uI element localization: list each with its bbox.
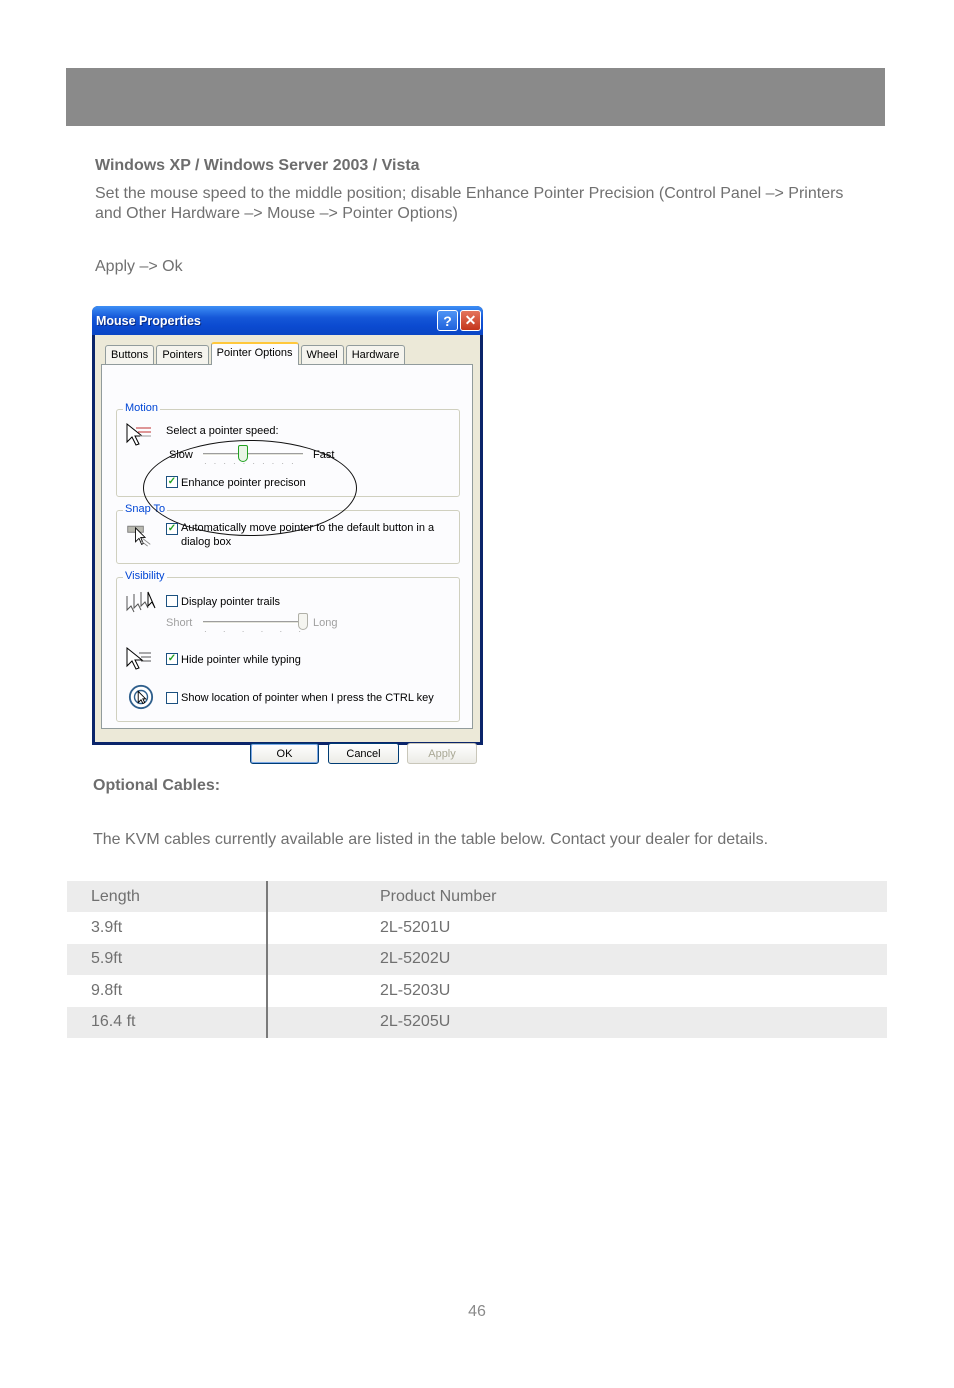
cable-table: Length Product Number 3.9ft 2L-5201U 5.9… [67, 881, 887, 1038]
snap-to-icon [127, 525, 151, 547]
optional-cables-text: The KVM cables currently available are l… [93, 831, 769, 848]
cell-length: 16.4 ft [67, 1006, 268, 1038]
optional-cables-heading: Optional Cables: [93, 777, 221, 794]
table-row: 16.4 ft 2L-5205U [67, 1006, 887, 1038]
apply-button[interactable]: Apply [407, 743, 477, 764]
tab-pointers[interactable]: Pointers [156, 345, 209, 364]
hide-pointer-icon [126, 646, 151, 670]
cell-length: 5.9ft [67, 943, 268, 976]
apply-ok-text: Apply –> Ok [95, 258, 183, 275]
close-button[interactable]: ✕ [460, 310, 481, 331]
long-label: Long [313, 617, 338, 629]
tab-buttons[interactable]: Buttons [105, 345, 155, 364]
dialog-title: Mouse Properties [96, 313, 201, 328]
visibility-label: Visibility [123, 570, 167, 582]
pointer-speed-icon [126, 422, 151, 446]
ctrl-locate-icon [128, 684, 154, 710]
dialog-body: Buttons Pointers Pointer Options Wheel H… [95, 335, 480, 764]
cell-product-number: 2L-5202U [380, 950, 451, 968]
tab-wheel[interactable]: Wheel [300, 345, 344, 364]
pointer-trails-label: Display pointer trails [181, 596, 281, 608]
ctrl-locate-label: Show location of pointer when I press th… [181, 692, 434, 704]
table-header-row: Length Product Number [67, 881, 887, 913]
header-product-number: Product Number [380, 887, 497, 905]
short-label: Short [166, 617, 193, 629]
header-length: Length [67, 881, 268, 913]
visibility-group: Visibility Display pointer trails Short … [116, 570, 460, 722]
pointer-trails-icon [126, 591, 156, 613]
tab-hardware[interactable]: Hardware [345, 345, 406, 364]
motion-label: Motion [123, 402, 161, 414]
snap-to-checkbox[interactable]: ✓ [166, 523, 178, 535]
table-row: 9.8ft 2L-5203U [67, 975, 887, 1007]
cell-length: 9.8ft [67, 975, 268, 1007]
pointer-options-panel: Motion Select a pointer speed: Slow ····… [101, 364, 473, 729]
cell-length: 3.9ft [67, 912, 268, 944]
mouse-properties-dialog: Mouse Properties ? ✕ Buttons Pointers Po… [92, 306, 483, 764]
header-bar [66, 68, 885, 126]
page-number: 46 [468, 1303, 486, 1320]
table-row: 5.9ft 2L-5202U [67, 943, 887, 976]
cancel-button[interactable]: Cancel [328, 743, 399, 764]
trails-slider-track [203, 621, 303, 624]
trails-slider-ticks: · · · · · · [204, 627, 309, 636]
table-row: 3.9ft 2L-5201U [67, 912, 887, 944]
os-heading: Windows XP / Windows Server 2003 / Vista [95, 157, 420, 174]
highlight-circle [143, 440, 357, 536]
cell-product-number: 2L-5205U [380, 1013, 451, 1031]
cell-product-number: 2L-5201U [380, 919, 451, 937]
dialog-titlebar: Mouse Properties ? ✕ [92, 306, 483, 335]
hide-pointer-checkbox[interactable]: ✓ [166, 653, 178, 665]
instructions-text: Set the mouse speed to the middle positi… [95, 185, 844, 222]
hide-pointer-label: Hide pointer while typing [181, 654, 301, 666]
trails-slider-thumb[interactable] [298, 613, 308, 630]
snap-to-option-line2: dialog box [181, 536, 232, 548]
help-button[interactable]: ? [437, 310, 458, 331]
tab-pointer-options[interactable]: Pointer Options [210, 342, 299, 365]
ctrl-locate-checkbox[interactable] [166, 692, 178, 704]
pointer-trails-checkbox[interactable] [166, 595, 178, 607]
cell-product-number: 2L-5203U [380, 981, 451, 999]
ok-button[interactable]: OK [250, 743, 319, 764]
speed-prompt: Select a pointer speed: [166, 425, 279, 437]
tab-strip: Buttons Pointers Pointer Options Wheel H… [105, 342, 407, 365]
